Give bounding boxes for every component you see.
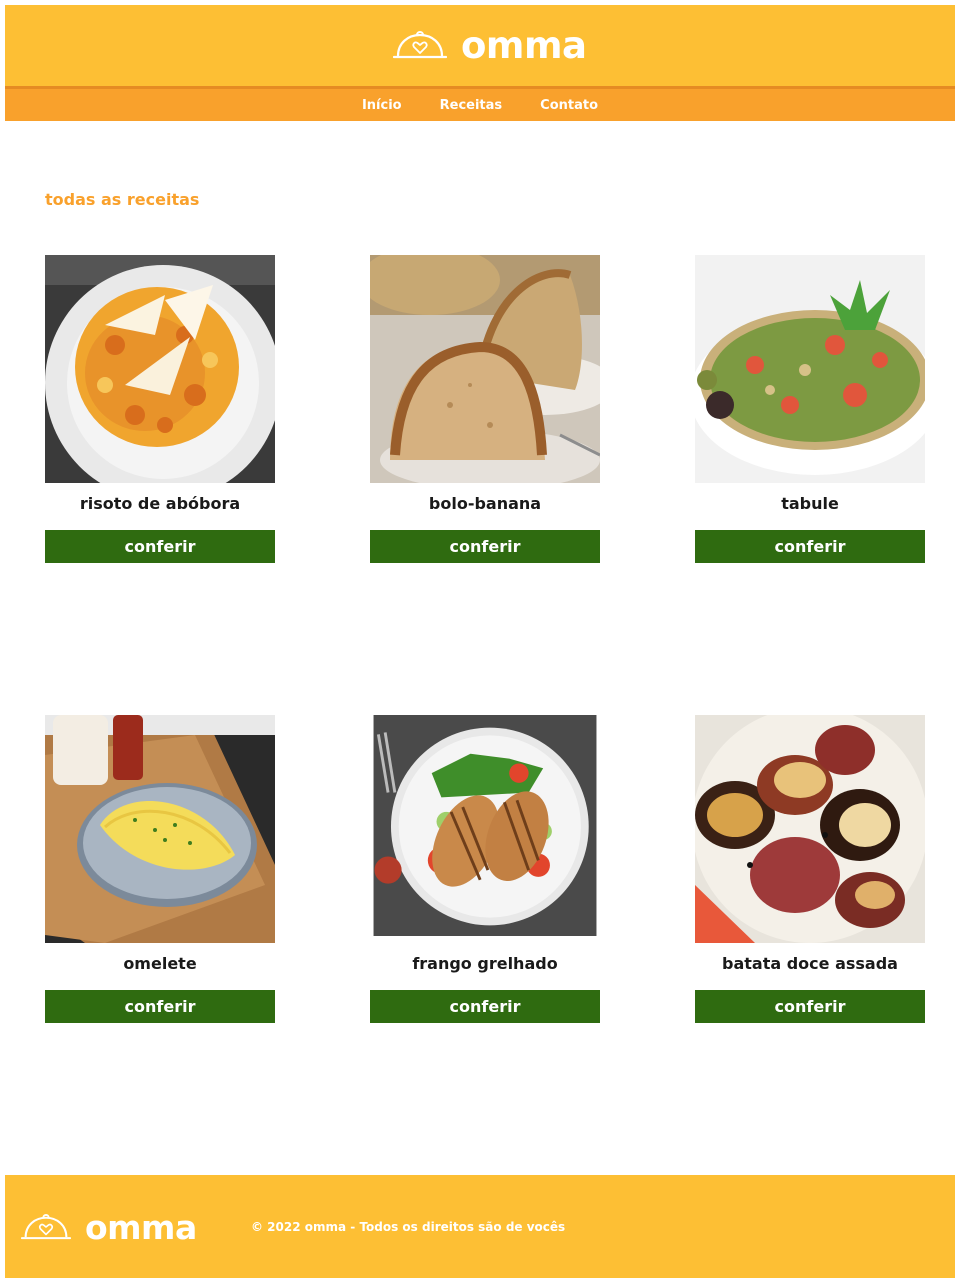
conferir-button[interactable]: conferir: [45, 530, 275, 563]
grilled-chicken-photo: [373, 715, 597, 936]
recipe-card-bolo-banana: bolo-banana conferir: [370, 255, 600, 563]
risotto-photo: [45, 255, 275, 483]
header-logo[interactable]: omma: [393, 23, 587, 67]
footer-logo[interactable]: omma: [21, 1208, 197, 1246]
section-title: todas as receitas: [45, 190, 200, 209]
site-header: omma: [5, 5, 955, 86]
recipe-name: omelete: [123, 954, 197, 973]
conferir-button[interactable]: conferir: [695, 530, 925, 563]
footer-copyright: © 2022 omma - Todos os direitos são de v…: [251, 1220, 566, 1234]
recipe-name: risoto de abóbora: [79, 494, 241, 513]
recipe-name: batata doce assada: [722, 954, 898, 973]
banana-cake-photo: [370, 255, 600, 483]
recipe-name: tabule: [781, 494, 839, 513]
tabbouleh-photo: [695, 255, 925, 483]
footer-brand-name: omma: [85, 1207, 197, 1247]
nav-link-inicio[interactable]: Início: [343, 98, 421, 113]
recipe-name: bolo-banana: [428, 494, 542, 513]
omelette-photo: [45, 715, 275, 943]
site-footer: omma © 2022 omma - Todos os direitos são…: [5, 1175, 955, 1278]
conferir-button[interactable]: conferir: [695, 990, 925, 1023]
nav-list: Início Receitas Contato: [5, 89, 955, 121]
roasted-sweet-potato-photo: [695, 715, 925, 943]
main-nav: Início Receitas Contato: [5, 86, 955, 121]
brand-name: omma: [461, 23, 587, 67]
recipe-card-risoto: risoto de abóbora conferir: [45, 255, 275, 563]
recipe-card-frango-grelhado: frango grelhado conferir: [370, 715, 600, 1023]
cloche-heart-icon: [393, 31, 447, 59]
cloche-heart-icon: [21, 1214, 71, 1240]
nav-link-receitas[interactable]: Receitas: [421, 98, 522, 113]
nav-link-contato[interactable]: Contato: [521, 98, 617, 113]
recipe-card-tabule: tabule conferir: [695, 255, 925, 563]
page: omma Início Receitas Contato todas as re…: [5, 5, 955, 1284]
conferir-button[interactable]: conferir: [45, 990, 275, 1023]
recipe-card-batata-doce-assada: batata doce assada conferir: [695, 715, 925, 1023]
conferir-button[interactable]: conferir: [370, 990, 600, 1023]
recipe-card-omelete: omelete conferir: [45, 715, 275, 1023]
conferir-button[interactable]: conferir: [370, 530, 600, 563]
recipe-name: frango grelhado: [412, 954, 558, 973]
